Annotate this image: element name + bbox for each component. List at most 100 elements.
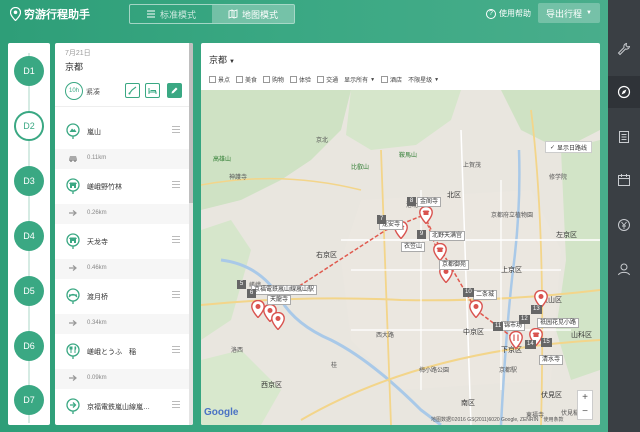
checkbox[interactable] [236,76,244,83]
zoom-out-button[interactable]: − [578,405,592,419]
stop-item[interactable]: 嵯峨とうふ 稲 [55,337,189,365]
drag-handle-icon[interactable] [172,181,180,188]
stop-name: 京福電鉄嵐山線嵐… [87,404,150,411]
itinerary-scrollbar[interactable] [189,43,193,425]
poi-label[interactable]: 金阁寺 [417,197,442,207]
toolbar-document[interactable] [608,121,640,153]
leg-item: 0.11km [55,149,189,169]
stop-item[interactable]: 渡月桥 [55,282,189,310]
drag-handle-icon[interactable] [172,236,180,243]
poi-marker[interactable] [469,299,483,319]
sight-marker-icon [271,311,285,331]
show-routes-toggle[interactable]: ✓ 显示日路线 [545,141,593,153]
map-credit[interactable]: 地图数据©2016 GS(2011)6020 Google, ZENRIN 使用… [431,416,564,423]
document-icon [619,131,629,143]
map-place-name: 高雄山 [213,157,232,163]
poi-label[interactable]: 衣笠山 [401,242,426,252]
transport-button[interactable] [125,83,140,98]
help-link[interactable]: ? 使用帮助 [486,8,531,19]
drag-handle-icon[interactable] [172,291,180,298]
poi-number-badge: 14 [525,340,536,349]
show-all-select[interactable]: 显示所有 ▼ [344,75,375,85]
scrollbar-thumb[interactable] [189,43,193,203]
map-panel: 京都 ▼ 景点 美食 购物 体验 交通 显示所有 ▼ 酒店 不限星级 ▼ ✓ 显… [201,43,600,425]
checkbox[interactable] [209,76,216,83]
map-place-name: 京都駅 [499,368,518,374]
day-tab-1[interactable]: D1 [14,56,44,86]
temple-icon [66,178,80,194]
leg-item: 0.34km [55,314,189,334]
export-label: 导出行程 [546,8,583,19]
checkbox[interactable] [381,76,389,83]
filter-experience[interactable]: 体验 [290,75,311,84]
map-base [201,90,600,425]
day-tab-4[interactable]: D4 [14,221,44,251]
filter-transport[interactable]: 交通 [317,75,338,84]
day-tab-2[interactable]: D2 [14,111,44,141]
show-all-label: 显示所有 [344,78,369,84]
poi-label[interactable]: 京福電鉄嵐山線嵐山駅 [251,285,318,295]
checkbox[interactable] [317,76,325,83]
toolbar-user[interactable] [608,253,640,285]
poi-number-badge: 10 [463,288,474,297]
hotel-button[interactable] [145,83,160,98]
poi-label[interactable]: 北野天满宫 [429,231,466,241]
poi-marker[interactable] [271,311,285,331]
toolbar-calendar[interactable] [608,164,640,196]
poi-label[interactable]: 二条城 [473,290,498,300]
map-place-name: 上京区 [501,267,522,274]
map-place-name: 西大路 [376,333,395,339]
drag-handle-icon[interactable] [172,346,180,353]
stop-item[interactable]: 嵐山 [55,117,189,145]
drag-handle-icon[interactable] [172,401,180,408]
day-tab-3[interactable]: D3 [14,166,44,196]
mountain-icon [66,123,80,139]
car-icon [69,156,77,162]
standard-mode-button[interactable]: 标准模式 [130,5,212,23]
toolbar-compass[interactable] [608,76,640,108]
filter-food[interactable]: 美食 [236,75,257,84]
map-city-select[interactable]: 京都 ▼ [209,53,235,66]
toolbar-wrench[interactable] [608,33,640,65]
filter-hotel[interactable]: 酒店 [381,75,402,84]
filter-shopping[interactable]: 购物 [263,75,284,84]
edit-button[interactable] [167,83,182,98]
stop-name: 渡月桥 [87,294,108,301]
poi-marker[interactable] [419,205,433,225]
stop-item[interactable]: 京福電鉄嵐山線嵐… [55,392,189,420]
map-canvas[interactable]: ✓ 显示日路线 高雄山 神護寺 京北 鞍馬山 比叡山 修学院 上賀茂 北区 上京区… [201,90,600,425]
zoom-in-button[interactable]: + [578,391,592,405]
checkbox[interactable] [263,76,271,83]
export-itinerary-button[interactable]: 导出行程 ▼ [538,3,600,23]
google-logo: Google [204,407,239,418]
day-tab-7[interactable]: D7 [14,385,44,415]
app-logo[interactable]: 穷游行程助手 [10,6,90,22]
arrow-right-icon [69,375,77,381]
poi-label[interactable]: 清水寺 [539,355,564,365]
map-mode-button[interactable]: 地图模式 [212,5,294,23]
poi-number-badge: 5 [237,280,246,289]
checkbox[interactable] [290,76,298,83]
bridge-icon [66,288,80,304]
temple-marker-icon [433,242,447,262]
routes-toggle-label: 显示日路线 [557,145,588,152]
stop-item[interactable]: 天龙寺 [55,227,189,255]
leg-distance: 0.11km [87,155,107,161]
day-tab-6[interactable]: D6 [14,331,44,361]
filter-sights[interactable]: 景点 [209,75,230,84]
star-select[interactable]: 不限星级 ▼ [408,75,439,85]
calendar-icon [618,174,630,186]
poi-label[interactable]: 天龍寺 [267,295,292,305]
stop-item[interactable]: 嵯峨野竹林 [55,172,189,200]
map-place-name: 梅小路公園 [419,368,450,374]
poi-label[interactable]: 京都御苑 [439,260,470,270]
arrow-right-icon [69,265,77,271]
poi-label[interactable]: 祇园花见小路 [537,318,580,328]
map-place-name: 神護寺 [229,175,248,181]
drag-handle-icon[interactable] [172,126,180,133]
toolbar-currency[interactable] [608,209,640,241]
poi-marker[interactable] [509,330,523,350]
day-tab-5[interactable]: D5 [14,276,44,306]
pace-label: 紧凑 [86,89,100,96]
poi-marker[interactable] [433,242,447,262]
